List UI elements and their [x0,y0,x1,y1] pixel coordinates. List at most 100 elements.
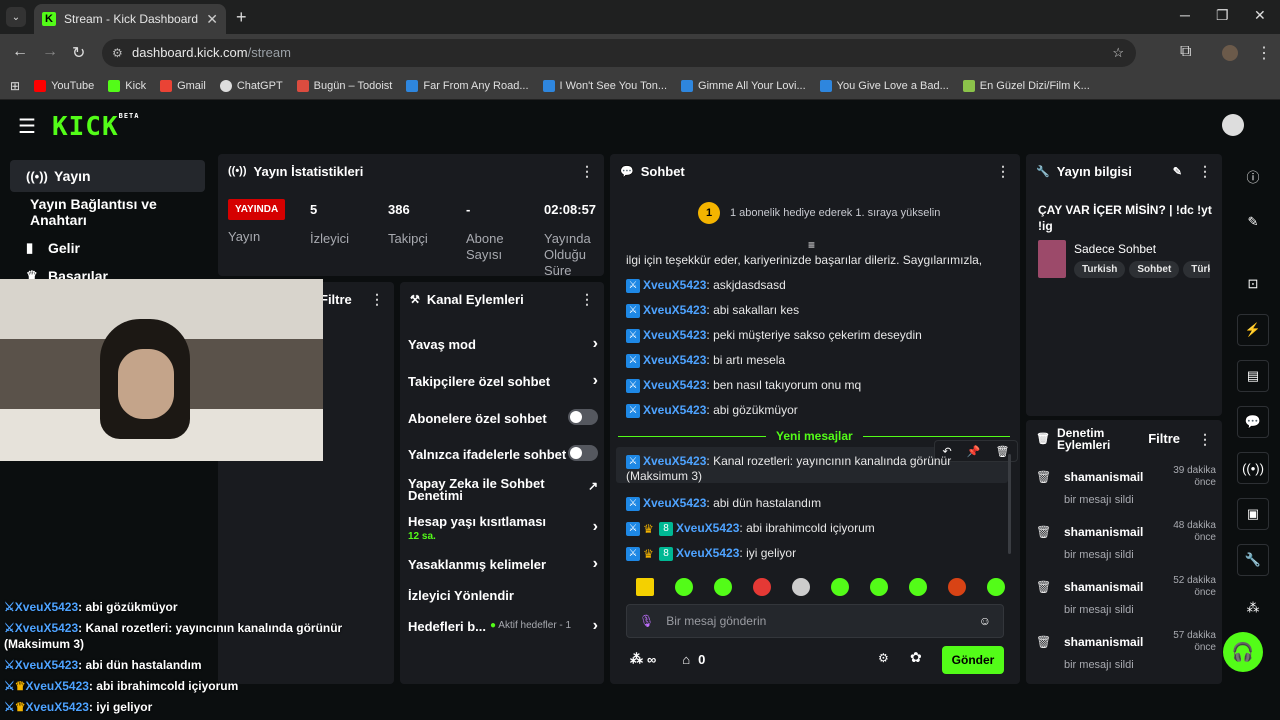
chat-message[interactable]: ⚔ ♛ 8 XveuX5423: iyi geliyor [626,546,1016,561]
browser-menu-icon[interactable]: ⋮ [1256,43,1272,63]
chat-message[interactable]: ⚔ XveuX5423: abi gözükmüyor [626,403,1016,418]
emote-picker-icon[interactable]: ✿ [910,649,922,666]
tab-search-button[interactable]: ⌄ [6,7,26,27]
emoji-icon[interactable]: ☺ [979,614,991,628]
ai-moderation-item[interactable]: Yapay Zeka ile Sohbet Denetimi ↗ [408,477,598,502]
info-icon[interactable]: ⓘ [1237,160,1269,192]
support-headset-icon[interactable]: 🎧 [1223,632,1263,672]
video-icon[interactable]: ▣ [1237,498,1269,530]
kick-logo[interactable]: KICKBETA [52,112,139,142]
kick-points-icon[interactable]: ⁂ [1237,592,1269,624]
apps-icon[interactable]: ⊞ [10,79,20,93]
more-options-icon[interactable]: ⋮ [370,291,384,308]
extensions-icon[interactable]: ⧉ [1180,43,1191,61]
chest-icon[interactable]: ⌂ [682,652,690,667]
emote-icon[interactable] [753,578,771,596]
chat-username[interactable]: XveuX5423 [676,521,739,535]
microphone-icon[interactable]: 🎙 [639,614,654,628]
kick-points-icon[interactable]: ⁂ [630,651,643,667]
gift-banner[interactable]: 1 1 abonelik hediye ederek 1. sıraya yük… [698,202,940,224]
emote-icon[interactable] [948,578,966,596]
bookmark-song-3[interactable]: Gimme All Your Lovi... [681,79,806,92]
emote-icon[interactable] [792,578,810,596]
lightning-icon[interactable]: ⚡ [1237,314,1269,346]
chat-username[interactable]: XveuX5423 [643,403,706,417]
bookmark-song-4[interactable]: You Give Love a Bad... [819,79,949,92]
chat-scrollbar[interactable] [1008,454,1011,554]
chat-username[interactable]: XveuX5423 [643,378,706,392]
pinned-toggle-icon[interactable]: ≡ [808,238,815,252]
chat-username[interactable]: XveuX5423 [643,353,706,367]
minimize-icon[interactable]: ─ [1180,7,1190,23]
profile-avatar[interactable] [1222,45,1238,61]
forward-icon[interactable]: → [42,43,58,61]
followers-only-item[interactable]: Takipçilere özel sohbet › [408,372,598,389]
sidebar-item-revenue[interactable]: ▮ Gelir [10,232,205,264]
screenshot-icon[interactable]: ⊡ [1237,268,1269,300]
bookmark-todoist[interactable]: Bugün – Todoist [296,79,392,92]
wrench-icon[interactable]: 🔧 [1237,544,1269,576]
pin-icon[interactable]: 📌 [967,445,981,458]
emote-icon[interactable] [987,578,1005,596]
category-thumbnail[interactable] [1038,240,1066,278]
bookmark-song-1[interactable]: Far From Any Road... [406,79,529,92]
chat-username[interactable]: XveuX5423 [643,328,706,342]
emote-icon[interactable] [675,578,693,596]
tag-chip[interactable]: Türk [1183,261,1210,278]
chat-icon[interactable]: 💬 [1237,406,1269,438]
emote-only-toggle[interactable] [568,445,598,461]
chat-username[interactable]: XveuX5423 [643,278,706,292]
account-age-item[interactable]: Hesap yaşı kısıtlaması 12 sa. › [408,514,598,542]
new-tab-icon[interactable]: + [236,7,247,28]
send-button[interactable]: Gönder [942,646,1004,674]
chat-message[interactable]: ⚔ XveuX5423: abi dün hastalandım [626,496,1016,511]
emote-icon[interactable] [636,578,654,596]
bookmark-star-icon[interactable]: ☆ [1112,39,1124,67]
bookmark-gmail[interactable]: Gmail [160,79,206,92]
emote-icon[interactable] [870,578,888,596]
edit-icon[interactable]: ✎ [1237,206,1269,238]
more-options-icon[interactable]: ⋮ [580,291,594,308]
broadcast-icon[interactable]: ((•)) [1237,452,1269,484]
more-options-icon[interactable]: ⋮ [996,163,1010,180]
category-name[interactable]: Sadece Sohbet [1074,242,1156,256]
host-viewers-item[interactable]: İzleyici Yönlendir [408,588,598,603]
slow-mode-item[interactable]: Yavaş mod › [408,335,598,352]
chat-message[interactable]: ⚔ ♛ 8 XveuX5423: abi ibrahimcold içiyorum [626,521,1016,536]
back-icon[interactable]: ← [12,43,28,61]
chat-username[interactable]: XveuX5423 [643,496,706,510]
chat-username[interactable]: XveuX5423 [676,546,739,560]
more-options-icon[interactable]: ⋮ [580,163,594,180]
chat-message[interactable]: ⚔ XveuX5423: Kanal rozetleri: yayıncının … [626,454,956,484]
chat-message[interactable]: ⚔ XveuX5423: abi sakalları kes [626,303,1016,318]
chat-message[interactable]: ⚔ XveuX5423: bi artı mesela [626,353,1016,368]
chat-username[interactable]: XveuX5423 [643,454,706,468]
emote-icon[interactable] [831,578,849,596]
hamburger-menu-icon[interactable]: ☰ [18,114,36,139]
close-window-icon[interactable]: ✕ [1254,7,1266,24]
chat-message[interactable]: ⚔ XveuX5423: askjdasdsasd [626,278,1016,293]
banned-words-item[interactable]: Yasaklanmış kelimeler › [408,555,598,572]
mod-log-item[interactable]: 🗑 shamanismail bir mesajı sildi 48 dakika ö… [1036,520,1216,561]
chat-settings-icon[interactable]: ⚙ [878,651,889,665]
tag-chip[interactable]: Sohbet [1129,261,1180,278]
bookmark-song-2[interactable]: I Won't See You Ton... [542,79,667,92]
bookmark-kick[interactable]: Kick [108,79,146,92]
emote-icon[interactable] [909,578,927,596]
mod-log-item[interactable]: 🗑 shamanismail bir mesajı sildi 57 dakika ö… [1036,630,1216,671]
browser-tab[interactable]: K Stream - Kick Dashboard ✕ [34,4,226,34]
url-field[interactable]: ⚙ dashboard.kick.com/stream ☆ [102,39,1136,67]
site-info-icon[interactable]: ⚙ [112,39,123,67]
edit-icon[interactable]: ✎ [1173,165,1182,178]
filter-button[interactable]: Filtre [1148,432,1180,445]
bookmark-youtube[interactable]: YouTube [34,79,94,92]
chat-message[interactable]: ⚔ XveuX5423: ben nasıl takıyorum onu mq [626,378,1016,393]
mod-log-item[interactable]: 🗑 shamanismail bir mesajı sildi 39 dakika ö… [1036,465,1216,506]
more-options-icon[interactable]: ⋮ [1198,163,1212,180]
chat-input[interactable]: 🎙 Bir mesaj gönderin ☺ [626,604,1004,638]
tag-chip[interactable]: Turkish [1074,261,1126,278]
notes-icon[interactable]: ▤ [1237,360,1269,392]
restore-icon[interactable]: ❐ [1216,7,1229,24]
goals-item[interactable]: Hedefleri b... ● Aktif hedefler - 1 › [408,617,598,634]
sidebar-item-stream-key[interactable]: Yayın Bağlantısı ve Anahtarı [10,196,205,228]
